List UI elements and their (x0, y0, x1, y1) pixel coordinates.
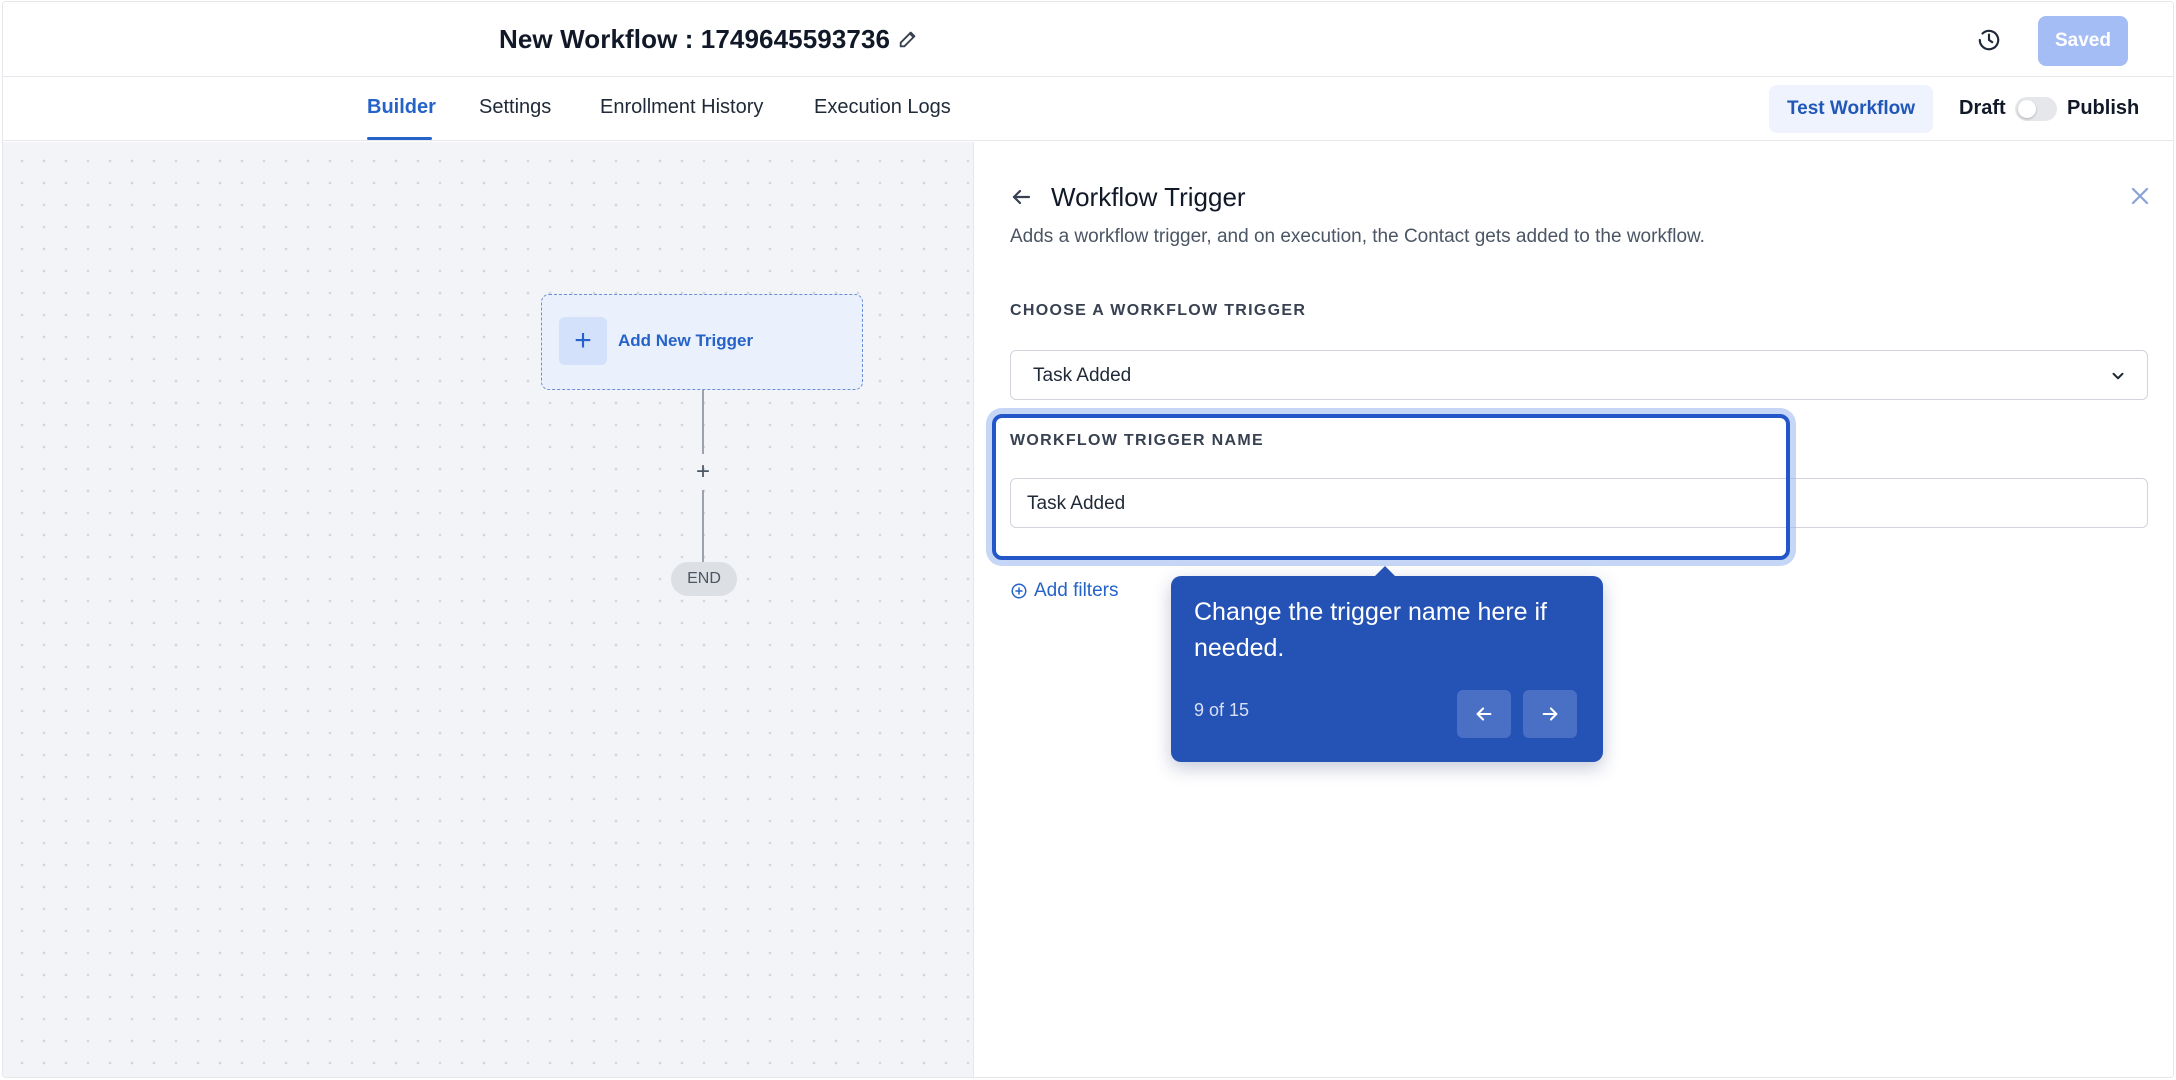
toggle-knob (2018, 100, 2036, 118)
trigger-name-label: WORKFLOW TRIGGER NAME (1010, 432, 1264, 449)
trigger-name-input[interactable]: Task Added (1010, 478, 2148, 528)
nav-bar: Builder Settings Enrollment History Exec… (3, 77, 2173, 141)
panel-title: Workflow Trigger (1051, 182, 1246, 212)
tab-enrollment-history[interactable]: Enrollment History (600, 96, 763, 119)
tour-tooltip: Change the trigger name here if needed. … (1171, 566, 1603, 762)
tab-settings[interactable]: Settings (479, 96, 551, 119)
end-node: END (671, 562, 737, 596)
add-filters-link[interactable]: Add filters (1010, 580, 1118, 602)
top-header: New Workflow : 1749645593736 Saved (3, 2, 2173, 77)
tour-next-button[interactable] (1523, 690, 1577, 738)
add-filters-label: Add filters (1034, 580, 1119, 601)
close-icon[interactable] (2124, 180, 2156, 212)
back-arrow-icon[interactable] (1006, 182, 1036, 212)
arrow-left-icon (1476, 707, 1492, 721)
saved-button[interactable]: Saved (2038, 16, 2128, 66)
tab-execution-logs[interactable]: Execution Logs (814, 96, 951, 119)
trigger-select[interactable]: Task Added (1010, 350, 2148, 400)
publish-toggle[interactable] (2015, 97, 2057, 121)
chevron-down-icon (2107, 365, 2129, 387)
add-new-trigger-card[interactable]: + Add New Trigger (541, 294, 863, 390)
tour-prev-button[interactable] (1457, 690, 1511, 738)
tooltip-message: Change the trigger name here if needed. (1194, 598, 1547, 662)
history-icon[interactable] (1973, 24, 2005, 56)
draft-label: Draft (1959, 97, 2006, 119)
workflow-canvas[interactable]: + Add New Trigger + END (3, 142, 973, 1077)
panel-subtitle: Adds a workflow trigger, and on executio… (1010, 226, 1705, 247)
add-circle-icon (1011, 583, 1027, 599)
tooltip-arrow (1375, 566, 1395, 576)
connector-line (702, 490, 704, 562)
app-window: New Workflow : 1749645593736 Saved Build… (2, 1, 2174, 1078)
pencil-icon[interactable] (893, 24, 923, 54)
workflow-title: New Workflow : 1749645593736 (499, 24, 891, 54)
trigger-name-value: Task Added (1027, 493, 1126, 514)
connector-line (702, 390, 704, 454)
active-tab-indicator (367, 137, 432, 140)
plus-icon: + (559, 317, 607, 365)
arrow-right-icon (1542, 707, 1558, 721)
trigger-select-value: Task Added (1033, 365, 1132, 386)
tab-builder[interactable]: Builder (367, 96, 436, 119)
publish-label: Publish (2067, 97, 2140, 119)
add-trigger-label: Add New Trigger (618, 331, 754, 350)
tooltip-step-counter: 9 of 15 (1194, 700, 1250, 720)
add-step-plus-icon[interactable]: + (691, 458, 715, 485)
trigger-section-label: CHOOSE A WORKFLOW TRIGGER (1010, 302, 1307, 319)
test-workflow-button[interactable]: Test Workflow (1769, 85, 1933, 133)
